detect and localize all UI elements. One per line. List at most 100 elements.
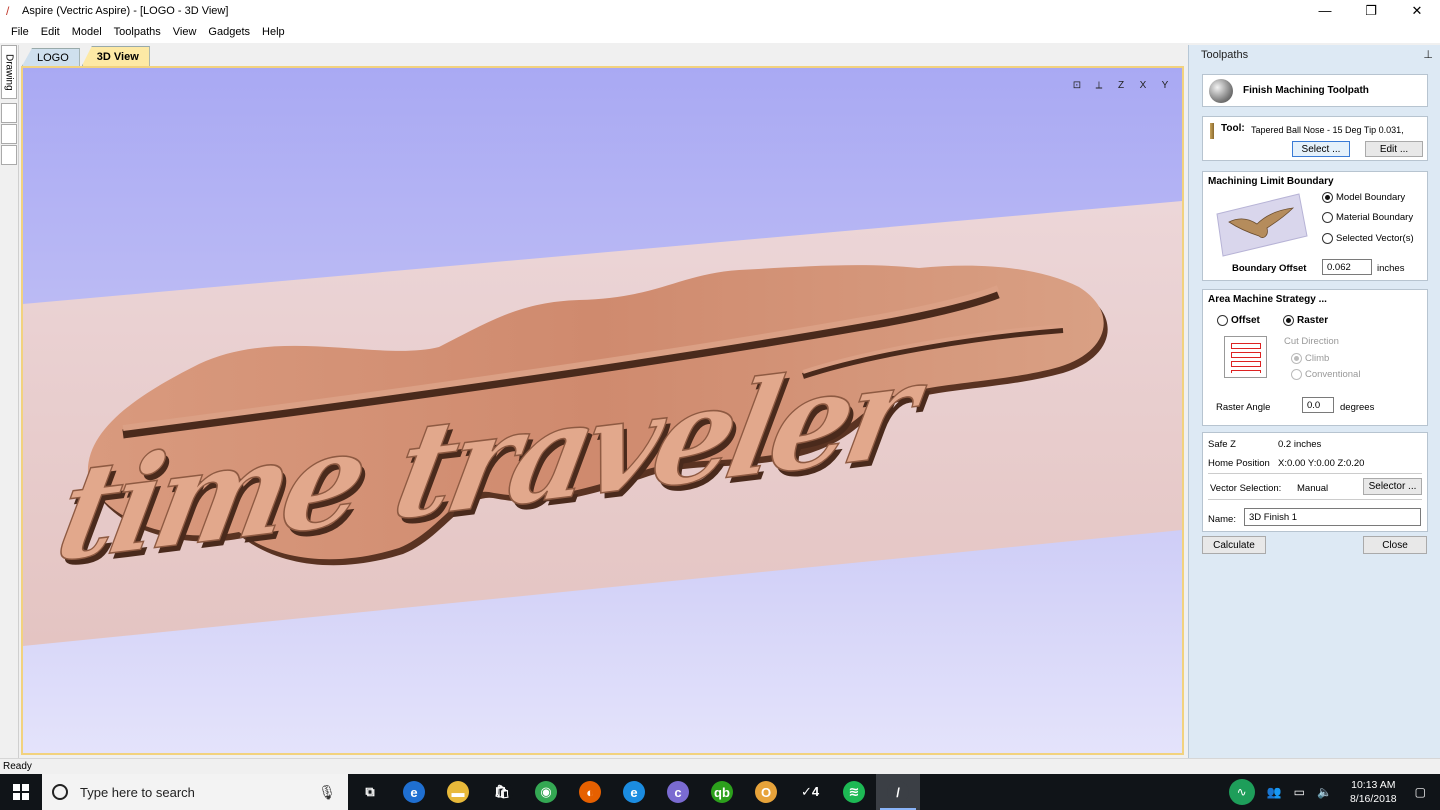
app-tray-icon[interactable]: ∿	[1228, 779, 1255, 805]
taskbar: Type here to search 🎙 ⧉ e ▬ 🛍 ◉ ◐ e c qb O ✓4 ≋ / ∿ …	[0, 774, 1440, 810]
window-title: Aspire (Vectric Aspire) - [LOGO - 3D Vie…	[22, 4, 229, 17]
edge-icon[interactable]: e	[392, 774, 436, 810]
view-toolbar: ⊡ ⟂ Z X Y	[1068, 76, 1174, 94]
panel-title: Toolpaths	[1201, 49, 1249, 61]
menu-file[interactable]: File	[5, 26, 35, 38]
material-boundary-radio[interactable]: Material Boundary	[1322, 212, 1413, 223]
selected-vectors-radio[interactable]: Selected Vector(s)	[1322, 233, 1414, 244]
menu-toolpaths[interactable]: Toolpaths	[108, 26, 167, 38]
3d-scene: time traveler time traveler	[23, 201, 1182, 646]
search-placeholder: Type here to search	[80, 784, 195, 800]
3d-viewport[interactable]: time traveler time traveler ⊡ ⟂ Z X Y	[21, 66, 1184, 755]
clock[interactable]: 10:13 AM 8/16/2018	[1350, 778, 1397, 806]
strip-button-3[interactable]	[1, 145, 17, 165]
tool-bit-icon	[1210, 123, 1214, 139]
microphone-icon[interactable]: 🎙	[318, 784, 336, 801]
home-position-value: X:0.00 Y:0.00 Z:0.20	[1278, 458, 1365, 469]
raster-pattern-icon	[1224, 336, 1267, 378]
title-bar: / Aspire (Vectric Aspire) - [LOGO - 3D V…	[0, 0, 1440, 21]
tool-name: Tapered Ball Nose - 15 Deg Tip 0.031,	[1251, 125, 1404, 135]
menu-bar: File Edit Model Toolpaths View Gadgets H…	[0, 21, 1440, 43]
tasks-icon[interactable]: ✓4	[788, 774, 832, 810]
panel-header: Toolpaths ⊥	[1189, 45, 1440, 65]
file-explorer-icon[interactable]: ▬	[436, 774, 480, 810]
boundary-section: Machining Limit Boundary Model Boundary …	[1202, 171, 1428, 281]
firefox-icon[interactable]: ◐	[568, 774, 612, 810]
aspire-icon[interactable]: /	[876, 774, 920, 810]
toolpath-name-input[interactable]: 3D Finish 1	[1244, 508, 1421, 526]
toolpath-header: Finish Machining Toolpath	[1202, 74, 1428, 107]
front-view-icon[interactable]: X	[1134, 76, 1152, 94]
tool-label: Tool:	[1221, 123, 1245, 134]
menu-view[interactable]: View	[167, 26, 203, 38]
boundary-offset-unit: inches	[1377, 263, 1405, 274]
climb-radio[interactable]: Climb	[1291, 353, 1329, 364]
select-tool-button[interactable]: Select ...	[1292, 141, 1350, 157]
safe-z-label: Safe Z	[1208, 439, 1236, 450]
windows-icon	[13, 784, 29, 800]
raster-strategy-radio[interactable]: Raster	[1283, 315, 1328, 326]
raster-angle-input[interactable]: 0.0	[1302, 397, 1334, 413]
clock-time: 10:13 AM	[1351, 779, 1396, 791]
toolpaths-panel: Toolpaths ⊥ Finish Machining Toolpath To…	[1188, 45, 1440, 758]
settings-section: Safe Z 0.2 inches Home Position X:0.00 Y…	[1202, 432, 1428, 532]
quickbooks-icon[interactable]: qb	[700, 774, 744, 810]
conventional-radio[interactable]: Conventional	[1291, 369, 1360, 380]
clock-date: 8/16/2018	[1349, 793, 1397, 805]
iso-view-icon[interactable]: ⟂	[1090, 76, 1108, 94]
menu-edit[interactable]: Edit	[35, 26, 66, 38]
close-window-button[interactable]: ✕	[1394, 0, 1440, 21]
minimize-button[interactable]: —	[1302, 0, 1348, 21]
spotify-icon[interactable]: ≋	[832, 774, 876, 810]
volume-icon[interactable]: 🔈	[1317, 785, 1332, 799]
chrome-icon[interactable]: ◉	[524, 774, 568, 810]
app-c-icon[interactable]: c	[656, 774, 700, 810]
boundary-offset-input[interactable]: 0.062	[1322, 259, 1372, 275]
left-panel-strip: Drawing	[0, 45, 19, 758]
drawing-tab[interactable]: Drawing	[1, 45, 17, 99]
home-position-label: Home Position	[1208, 458, 1270, 469]
menu-gadgets[interactable]: Gadgets	[202, 26, 256, 38]
raster-angle-label: Raster Angle	[1216, 402, 1271, 413]
maximize-button[interactable]: ❐	[1348, 0, 1394, 21]
model-boundary-radio[interactable]: Model Boundary	[1322, 192, 1405, 203]
tab-logo[interactable]: LOGO	[22, 48, 80, 66]
fit-view-icon[interactable]: ⊡	[1068, 76, 1086, 94]
network-icon[interactable]: ▭	[1294, 785, 1305, 799]
taskbar-search[interactable]: Type here to search 🎙	[42, 774, 348, 810]
notifications-icon[interactable]: ▢	[1415, 785, 1426, 799]
vector-selection-value: Manual	[1297, 483, 1329, 494]
boundary-offset-label: Boundary Offset	[1232, 263, 1307, 274]
cut-direction-label: Cut Direction	[1284, 336, 1339, 347]
tab-3d-view[interactable]: 3D View	[81, 46, 150, 66]
top-view-icon[interactable]: Z	[1112, 76, 1130, 94]
close-button[interactable]: Close	[1363, 536, 1427, 554]
ball-nose-icon	[1209, 78, 1233, 103]
task-view-icon[interactable]: ⧉	[348, 774, 392, 810]
pin-icon[interactable]: ⊥	[1423, 48, 1433, 61]
menu-help[interactable]: Help	[256, 26, 291, 38]
outlook-icon[interactable]: O	[744, 774, 788, 810]
start-button[interactable]	[0, 774, 42, 810]
menu-model[interactable]: Model	[66, 26, 108, 38]
ie-icon[interactable]: e	[612, 774, 656, 810]
safe-z-value: 0.2 inches	[1278, 439, 1322, 450]
calculate-button[interactable]: Calculate	[1202, 536, 1266, 554]
strip-button-1[interactable]	[1, 103, 17, 123]
side-view-icon[interactable]: Y	[1156, 76, 1174, 94]
people-icon[interactable]: 👥	[1267, 785, 1282, 799]
cortana-icon	[52, 784, 68, 800]
aspire-app-icon: /	[6, 3, 10, 18]
toolpath-title: Finish Machining Toolpath	[1243, 85, 1369, 96]
taskbar-apps: ⧉ e ▬ 🛍 ◉ ◐ e c qb O ✓4 ≋ /	[348, 774, 920, 810]
store-icon[interactable]: 🛍	[480, 774, 524, 810]
system-tray: ∿ 👥 ▭ 🔈 10:13 AM 8/16/2018 ▢	[1223, 774, 1440, 810]
edit-tool-button[interactable]: Edit ...	[1365, 141, 1423, 157]
selector-button[interactable]: Selector ...	[1363, 478, 1422, 495]
raster-angle-unit: degrees	[1340, 402, 1375, 413]
strip-button-2[interactable]	[1, 124, 17, 144]
offset-strategy-radio[interactable]: Offset	[1217, 315, 1260, 326]
document-tabs: LOGO 3D View	[22, 46, 152, 66]
strategy-section: Area Machine Strategy ... Offset Raster …	[1202, 289, 1428, 426]
status-bar: Ready	[0, 758, 1440, 774]
